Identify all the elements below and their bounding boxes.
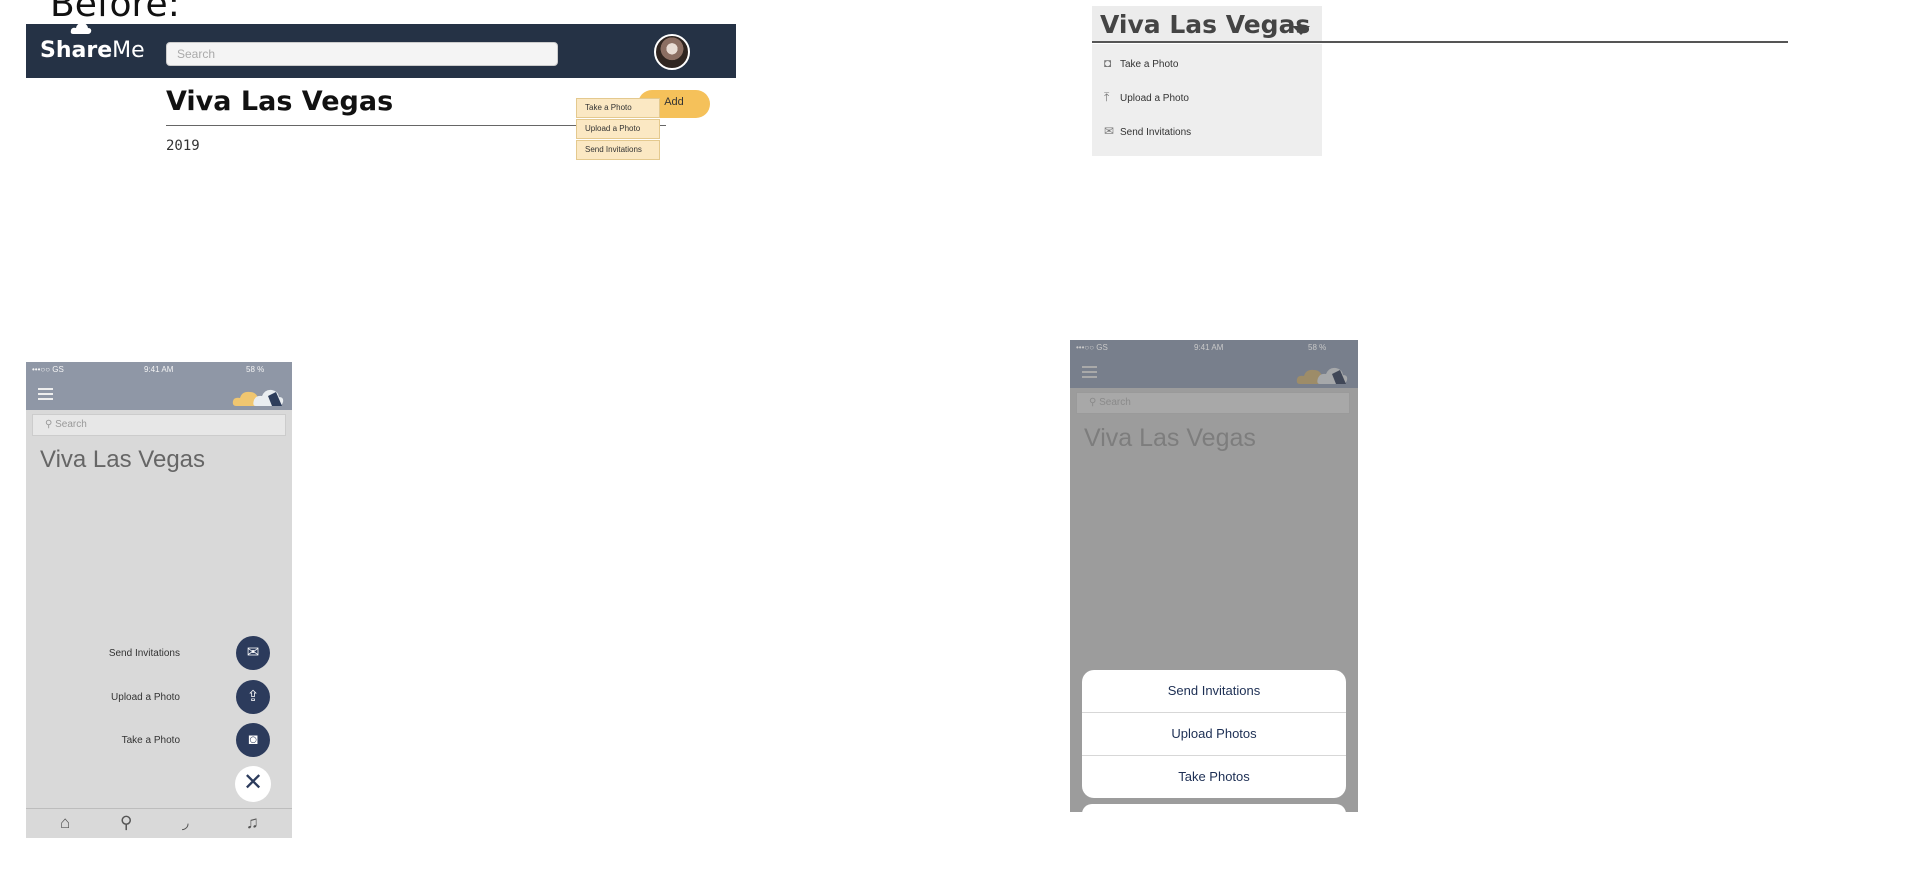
menu-item-send-invitations[interactable]: Send Invitations [576, 140, 660, 160]
search-icon: ⚲ [1089, 397, 1100, 408]
caret-down-icon [1292, 26, 1310, 35]
search-placeholder: Search [55, 419, 87, 430]
camera-icon: ◘ [1104, 56, 1112, 70]
menu-item-label: Send Invitations [1120, 127, 1192, 138]
action-sheet-cancel[interactable] [1082, 804, 1346, 812]
menu-item-take-photo[interactable]: Take a Photo [576, 98, 660, 118]
album-title: Viva Las Vegas [1100, 10, 1311, 39]
status-bar: •••○○ GS 9:41 AM 58 % [26, 362, 292, 380]
fab-label-upload-photo[interactable]: Upload a Photo [60, 692, 180, 703]
search-icon: ⚲ [45, 419, 56, 430]
close-icon[interactable]: ✕ [235, 766, 271, 802]
avatar[interactable] [654, 34, 690, 70]
search-input[interactable]: ⚲ Search [32, 414, 286, 436]
album-year: 2019 [166, 138, 200, 154]
search-input[interactable]: ⚲ Search [1076, 392, 1350, 414]
menu-item-upload-photo[interactable]: Upload a Photo [576, 119, 660, 139]
action-take-photos[interactable]: Take Photos [1082, 756, 1346, 798]
app-logo[interactable]: ShareMe [40, 38, 145, 63]
status-bar: •••○○ GS 9:41 AM 58 % [1070, 340, 1358, 358]
mobile-after-screen: •••○○ GS 9:41 AM 58 % ⚲ Search Viva Las … [1070, 340, 1358, 812]
menu-item-upload-photo[interactable]: ⤒ Upload a Photo [1104, 90, 1189, 105]
search-placeholder: Search [1099, 397, 1131, 408]
envelope-icon: ✉ [1104, 124, 1115, 138]
desktop-navbar: ShareMe Search [26, 23, 736, 78]
cloud-logo-icon [1296, 367, 1348, 384]
fab-label-send-invitations[interactable]: Send Invitations [60, 648, 180, 659]
menu-item-take-photo[interactable]: ◘ Take a Photo [1104, 56, 1178, 70]
hamburger-menu-icon[interactable] [38, 388, 53, 400]
action-sheet: Send Invitations Upload Photos Take Phot… [1082, 670, 1346, 798]
action-send-invitations[interactable]: Send Invitations [1082, 670, 1346, 713]
battery-status: 58 % [1308, 343, 1327, 352]
cloud-upload-icon[interactable]: ⇪ [236, 680, 270, 714]
page-title: Viva Las Vegas [40, 446, 206, 473]
fab-label-take-photo[interactable]: Take a Photo [60, 735, 180, 746]
cloud-logo-icon [70, 23, 92, 34]
logo-bold-text: Share [40, 38, 113, 63]
menu-item-label: Upload a Photo [1120, 93, 1189, 104]
cloud-logo-icon [232, 389, 284, 406]
feed-icon[interactable]: ◞ [182, 813, 189, 833]
notification-icon[interactable]: ♫ [246, 813, 259, 833]
status-time: 9:41 AM [144, 365, 174, 374]
mobile-before-screen: •••○○ GS 9:41 AM 58 % ⚲ Search Viva Las … [26, 362, 292, 838]
title-divider [1092, 41, 1788, 43]
carrier-signal: •••○○ GS [1076, 343, 1108, 352]
tab-bar: ⌂ ⚲ ◞ ♫ [26, 808, 292, 838]
add-dropdown-menu: Take a Photo Upload a Photo Send Invitat… [576, 98, 660, 161]
status-time: 9:41 AM [1194, 343, 1224, 352]
home-icon[interactable]: ⌂ [60, 813, 70, 833]
logo-thin-text: Me [112, 38, 145, 63]
app-bar [1070, 358, 1358, 388]
hamburger-menu-icon[interactable] [1082, 366, 1097, 378]
page-title: Viva Las Vegas [166, 86, 394, 117]
camera-icon[interactable]: ◙ [236, 723, 270, 757]
title-dropdown-menu: ◘ Take a Photo ⤒ Upload a Photo ✉ Send Invi… [1092, 44, 1322, 156]
action-upload-photos[interactable]: Upload Photos [1082, 713, 1346, 756]
page-title: Viva Las Vegas [1084, 424, 1256, 452]
menu-item-label: Take a Photo [1120, 59, 1179, 70]
search-icon[interactable]: ⚲ [120, 813, 132, 833]
envelope-icon[interactable]: ✉ [236, 636, 270, 670]
search-input[interactable]: Search [166, 42, 558, 66]
upload-icon: ⤒ [1104, 90, 1110, 104]
title-dropdown[interactable]: Viva Las Vegas [1092, 6, 1322, 42]
app-bar [26, 380, 292, 410]
menu-item-send-invitations[interactable]: ✉ Send Invitations [1104, 124, 1191, 138]
battery-status: 58 % [246, 365, 265, 374]
carrier-signal: •••○○ GS [32, 365, 64, 374]
